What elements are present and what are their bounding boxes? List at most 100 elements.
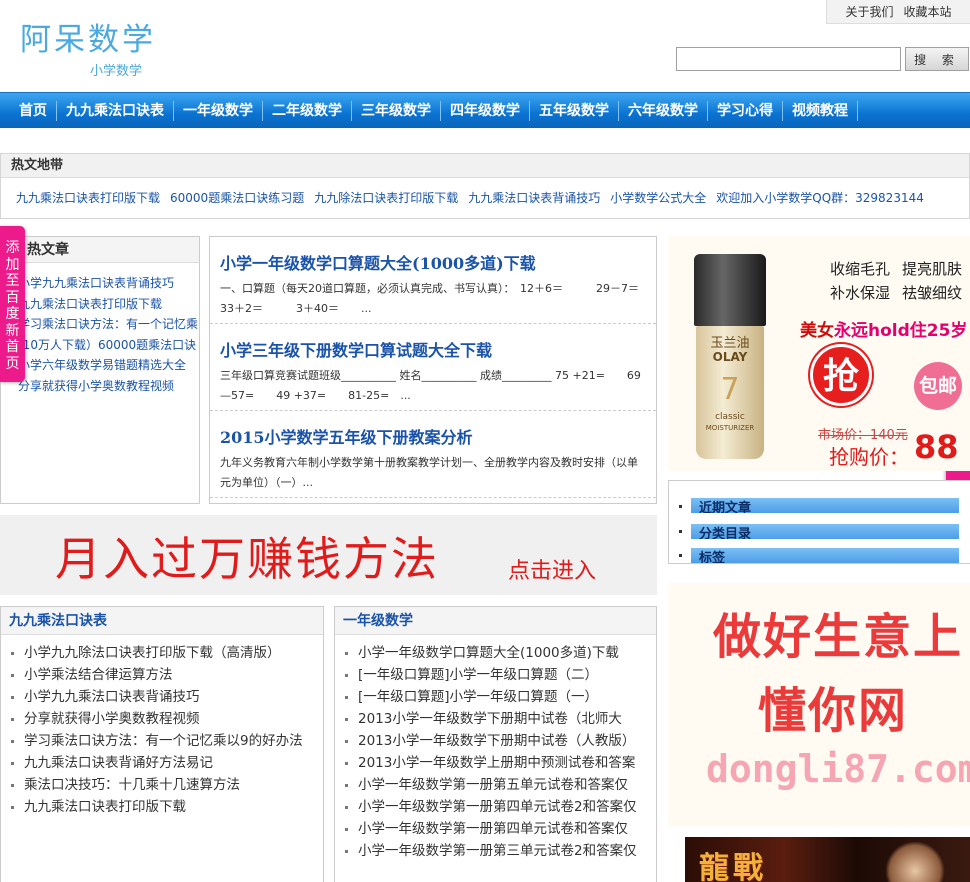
ad-slogan-highlight: 美女 — [800, 321, 834, 341]
olay-product-ad[interactable]: 玉兰油 OLAY 7 classic MOISTURIZER 收缩毛孔 提亮肌肤… — [668, 236, 970, 471]
section-multiplication-table: 九九乘法口诀表 小学九九除法口诀表打印版下载（高清版） 小学乘法结合律运算方法 … — [0, 606, 324, 882]
ad-feature: 收缩毛孔 — [830, 260, 891, 278]
dongli-ad-line-2: 懂你网 — [758, 683, 909, 739]
list-item[interactable]: 小学六年级数学易错题精选大全 — [18, 355, 200, 376]
search-button[interactable]: 搜 索 — [905, 47, 969, 71]
list-item[interactable]: 小学一年级数学第一册第四单元试卷2和答案仅 — [344, 796, 656, 818]
featured-article: 2015小学数学五年级下册教案分析 九年义务教育六年制小学数学第十册教案教学计划… — [210, 411, 656, 498]
game-ad[interactable]: 龍戰 — [685, 837, 970, 882]
list-item[interactable]: 2013小学一年级数学下册期中试卷（北师大 — [344, 708, 656, 730]
dongli-ad-line-1: 做好生意上 — [713, 609, 964, 665]
nav-grade-5[interactable]: 五年级数学 — [530, 100, 619, 121]
featured-article-title[interactable]: 2015小学数学五年级下册教案分析 — [220, 411, 646, 453]
sidebar-tabs: 近期文章 分类目录 标签 — [668, 480, 970, 564]
list-item[interactable]: 小学九九除法口诀表打印版下载（高清版） — [10, 642, 323, 664]
money-banner-ad[interactable]: 月入过万赚钱方法 点击进入 — [0, 515, 657, 595]
list-item[interactable]: 小学一年级数学口算题大全(1000多道)下载 — [344, 642, 656, 664]
featured-article: 小学一年级数学口算题大全(1000多道)下载 一、口算题（每天20道口算题，必须… — [210, 237, 656, 324]
list-item[interactable]: 乘法口决技巧：十几乘十几速算方法 — [10, 774, 323, 796]
dongli-ad[interactable]: 做好生意上 懂你网 dongli87.com — [668, 583, 970, 827]
grab-badge: 抢 — [810, 344, 872, 406]
list-item[interactable]: (10万人下载）60000题乘法口诀 — [18, 335, 200, 356]
tab-recent-posts[interactable]: 近期文章 — [691, 498, 959, 513]
ad-slogan-text: 永远hold住25岁 — [834, 321, 968, 341]
hot-topic-link[interactable]: 小学数学公式大全 — [610, 189, 706, 206]
nav-grade-1[interactable]: 一年级数学 — [174, 100, 263, 121]
money-banner-link[interactable]: 点击进入 — [508, 553, 596, 585]
nav-video-tutorials[interactable]: 视频教程 — [783, 100, 858, 121]
section-title[interactable]: 九九乘法口诀表 — [1, 607, 323, 635]
top-links: 关于我们 收藏本站 — [826, 0, 970, 24]
jar-brand: OLAY — [712, 350, 748, 364]
hot-articles-title: 热文章 — [1, 237, 199, 263]
nav-grade-4[interactable]: 四年级数学 — [441, 100, 530, 121]
sale-price-label: 抢购价： — [829, 445, 909, 469]
featured-article-excerpt: 三年级口算竞赛试题班级__________ 姓名__________ 成绩___… — [220, 369, 641, 402]
tab-categories[interactable]: 分类目录 — [691, 524, 959, 539]
list-item[interactable]: 小学九九乘法口诀表背诵技巧 — [10, 686, 323, 708]
game-character-image — [885, 841, 945, 882]
hot-topic-link[interactable]: 60000题乘法口诀练习题 — [170, 189, 304, 206]
nav-grade-3[interactable]: 三年级数学 — [352, 100, 441, 121]
about-us-link[interactable]: 关于我们 — [845, 3, 893, 20]
nav-multiplication-table[interactable]: 九九乘法口诀表 — [57, 100, 174, 121]
hot-topic-link[interactable]: 九九乘法口诀表打印版下载 — [16, 189, 160, 206]
hot-articles-list: 小学九九乘法口诀表背诵技巧 九九乘法口诀表打印版下载 学习乘法口诀方法：有一个记… — [1, 263, 199, 396]
hot-topic-link[interactable]: 九九乘法口诀表背诵技巧 — [468, 189, 600, 206]
hot-topics-links: 九九乘法口诀表打印版下载 60000题乘法口诀练习题 九九除法口诀表打印版下载 … — [1, 178, 969, 206]
list-item[interactable]: 小学九九乘法口诀表背诵技巧 — [18, 273, 200, 294]
jar-brand-cn: 玉兰油 — [710, 336, 750, 351]
bullet — [679, 530, 682, 533]
logo-subtitle: 小学数学 — [90, 64, 143, 79]
list-item[interactable]: 九九乘法口诀表打印版下载 — [18, 294, 200, 315]
list-item[interactable]: [一年级口算题]小学一年级口算题（一） — [344, 686, 656, 708]
list-item[interactable]: 分享就获得小学奥数教程视频 — [10, 708, 323, 730]
tab-tags[interactable]: 标签 — [691, 548, 959, 563]
logo-title: 阿呆数学 — [20, 22, 156, 58]
free-shipping-badge: 包邮 — [914, 362, 962, 410]
dongli-ad-url: dongli87.com — [706, 747, 970, 791]
list-item[interactable]: 2013小学一年级数学下册期中试卷（人教版） — [344, 730, 656, 752]
list-item[interactable]: 小学一年级数学第一册第五单元试卷和答案仅 — [344, 774, 656, 796]
featured-article-title[interactable]: 小学三年级下册数学口算试题大全下载 — [220, 324, 646, 366]
list-item[interactable]: 分享就获得小学奥数教程视频 — [18, 376, 200, 397]
list-item[interactable]: 2013小学一年级数学上册期中预测试卷和答案 — [344, 752, 656, 774]
add-to-baidu-homepage-tab[interactable]: 添加至百度新首页 — [0, 226, 25, 382]
list-item[interactable]: 小学一年级数学第一册第四单元试卷和答案仅 — [344, 818, 656, 840]
search-input[interactable] — [676, 47, 901, 71]
list-item[interactable]: 学习乘法口诀方法：有一个记忆乘以9的好办法 — [10, 730, 323, 752]
bookmark-link[interactable]: 收藏本站 — [904, 3, 952, 20]
hot-topic-link[interactable]: 欢迎加入小学数学QQ群：329823144 — [716, 189, 924, 206]
hot-topics-bar: 热文地带 九九乘法口诀表打印版下载 60000题乘法口诀练习题 九九除法口诀表打… — [0, 153, 970, 219]
money-banner-title: 月入过万赚钱方法 — [55, 532, 439, 586]
featured-article-excerpt: 一、口算题（每天20道口算题，必须认真完成、书写认真）： 12＋6＝ 29－7＝… — [220, 282, 646, 315]
nav-home[interactable]: 首页 — [10, 100, 57, 121]
ad-feature: 补水保湿 — [830, 284, 891, 302]
hot-articles-box: 热文章 小学九九乘法口诀表背诵技巧 九九乘法口诀表打印版下载 学习乘法口诀方法：… — [0, 236, 200, 504]
ad-slogan: 美女永远hold住25岁 — [800, 316, 967, 341]
game-ad-title: 龍戰 — [699, 851, 767, 882]
jar-sub: MOISTURIZER — [705, 424, 755, 432]
ad-feature: 提亮肌肤 — [902, 260, 963, 278]
hot-topics-title: 热文地带 — [1, 154, 969, 178]
nav-study-notes[interactable]: 学习心得 — [708, 100, 783, 121]
site-logo[interactable]: 阿呆数学 小学数学 — [20, 22, 156, 79]
jar-number: 7 — [720, 372, 740, 407]
hot-topic-link[interactable]: 九九除法口诀表打印版下载 — [314, 189, 458, 206]
list-item[interactable]: [一年级口算题]小学一年级口算题（二） — [344, 664, 656, 686]
featured-article-title[interactable]: 小学一年级数学口算题大全(1000多道)下载 — [220, 237, 646, 279]
list-item[interactable]: 九九乘法口诀表背诵好方法易记 — [10, 752, 323, 774]
list-item[interactable]: 学习乘法口诀方法：有一个记忆乘 — [18, 314, 200, 335]
jar-label: classic — [715, 412, 745, 422]
jar-body: 玉兰油 OLAY 7 classic MOISTURIZER — [696, 326, 764, 459]
featured-article-excerpt: 九年义务教育六年制小学数学第十册教案教学计划一、全册教学内容及教时安排（以单元为… — [220, 456, 638, 489]
section-grade-1: 一年级数学 小学一年级数学口算题大全(1000多道)下载 [一年级口算题]小学一… — [334, 606, 657, 882]
list-item[interactable]: 小学一年级数学第一册第三单元试卷2和答案仅 — [344, 840, 656, 862]
nav-grade-2[interactable]: 二年级数学 — [263, 100, 352, 121]
section-list: 小学一年级数学口算题大全(1000多道)下载 [一年级口算题]小学一年级口算题（… — [335, 635, 656, 862]
nav-grade-6[interactable]: 六年级数学 — [619, 100, 708, 121]
section-title[interactable]: 一年级数学 — [335, 607, 656, 635]
list-item[interactable]: 九九乘法口诀表打印版下载 — [10, 796, 323, 818]
cream-jar-image: 玉兰油 OLAY 7 classic MOISTURIZER — [694, 254, 766, 459]
list-item[interactable]: 小学乘法结合律运算方法 — [10, 664, 323, 686]
